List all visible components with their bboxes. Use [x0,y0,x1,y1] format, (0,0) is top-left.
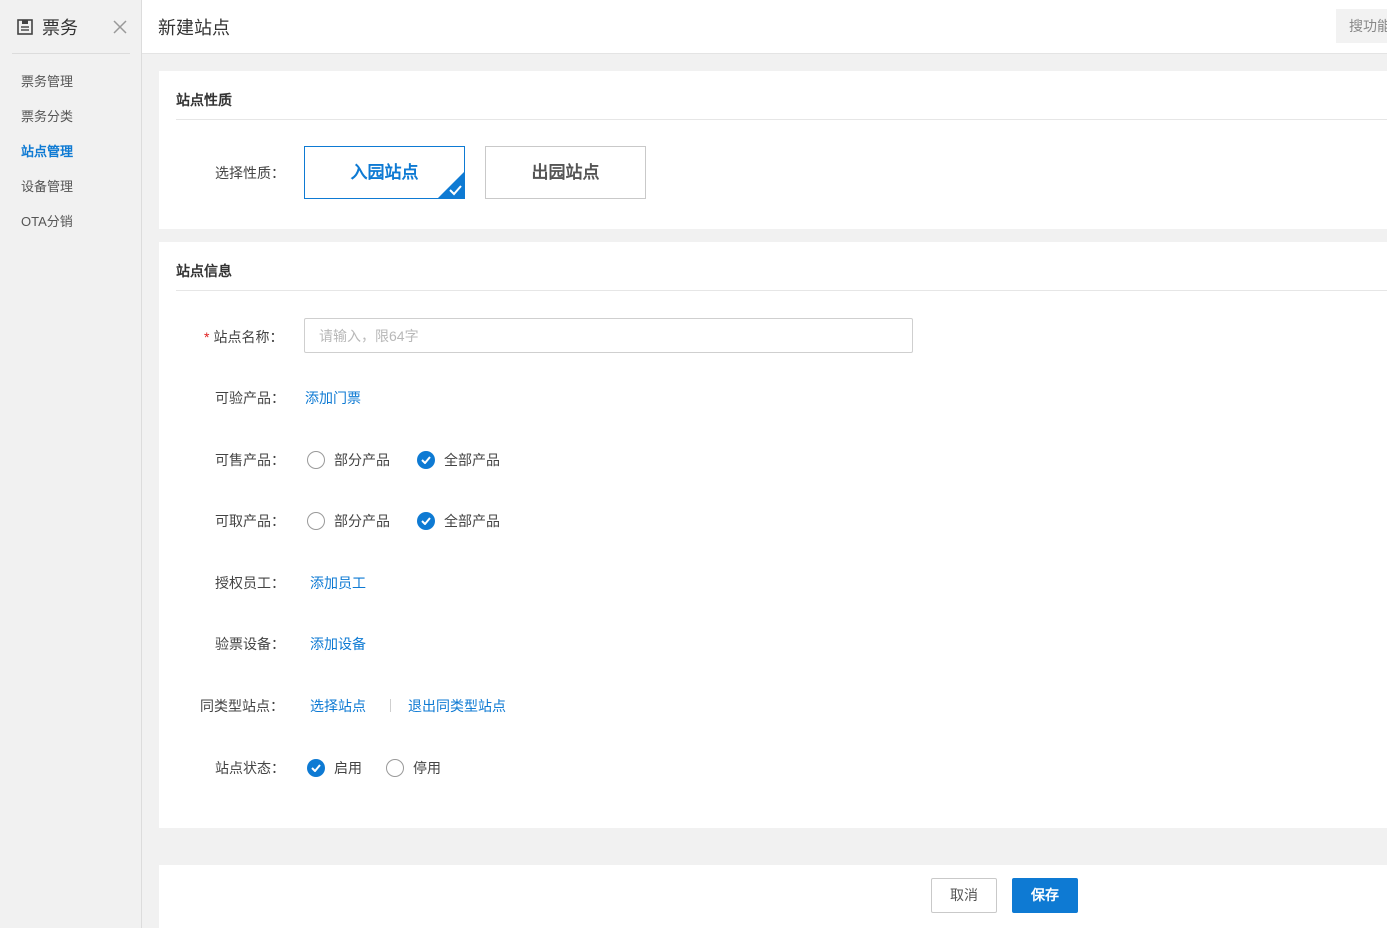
top-bar: 新建站点 搜功能 [142,0,1387,54]
sidebar-item-station-management[interactable]: 站点管理 [21,134,73,169]
station-info-card: 站点信息 *站点名称： 可验产品： 添加门票 可售产品： 部分产品 全部产品 可… [159,242,1387,828]
divider [176,290,1387,291]
status-enabled-radio[interactable]: 启用 [307,758,362,778]
search-input[interactable]: 搜功能 [1336,9,1387,43]
section-title-station-info: 站点信息 [176,263,232,279]
sidebar: 票务 票务管理 票务分类 站点管理 设备管理 OTA分销 [0,0,142,928]
check-icon [449,185,462,196]
type-label: 选择性质： [215,165,285,181]
sidebar-menu: 票务管理 票务分类 站点管理 设备管理 OTA分销 [21,64,73,239]
entry-station-label: 入园站点 [350,163,419,182]
page-title: 新建站点 [158,18,230,38]
status-label: 站点状态： [215,760,285,776]
pickup-products-label: 可取产品： [215,513,285,529]
verify-products-label: 可验产品： [215,390,285,406]
add-device-link[interactable]: 添加设备 [310,634,366,654]
radio-unchecked-icon [386,759,404,777]
footer-actions: 取消 保存 [159,865,1387,928]
same-type-label: 同类型站点： [200,698,284,714]
sidebar-header: 票务 [12,0,130,54]
radio-unchecked-icon [307,512,325,530]
cancel-button[interactable]: 取消 [931,878,997,913]
radio-label: 启用 [334,760,362,776]
sidebar-item-ota-distribution[interactable]: OTA分销 [21,204,73,239]
station-type-card: 站点性质 选择性质： 入园站点 出园站点 [159,71,1387,229]
radio-label: 部分产品 [334,452,390,468]
close-icon[interactable] [110,17,130,37]
radio-label: 停用 [413,760,441,776]
add-staff-link[interactable]: 添加员工 [310,573,366,593]
sell-products-label: 可售产品： [215,452,285,468]
status-disabled-radio[interactable]: 停用 [386,758,441,778]
radio-checked-icon [307,759,325,777]
pickup-all-radio[interactable]: 全部产品 [417,511,500,531]
radio-checked-icon [417,512,435,530]
section-title-station-type: 站点性质 [176,92,232,108]
save-button[interactable]: 保存 [1012,878,1078,913]
staff-label: 授权员工： [215,575,285,591]
station-name-input[interactable] [304,318,913,353]
ticket-app-icon [17,18,33,35]
station-name-label-text: 站点名称： [213,329,284,345]
select-station-link[interactable]: 选择站点 [310,696,366,716]
sidebar-title: 票务 [42,17,78,38]
sell-all-radio[interactable]: 全部产品 [417,450,500,470]
radio-label: 全部产品 [444,452,500,468]
add-ticket-link[interactable]: 添加门票 [305,388,361,408]
pickup-partial-radio[interactable]: 部分产品 [307,511,390,531]
sidebar-item-device-management[interactable]: 设备管理 [21,169,73,204]
entry-station-option[interactable]: 入园站点 [304,146,465,199]
divider [176,119,1387,120]
radio-label: 全部产品 [444,513,500,529]
radio-label: 部分产品 [334,513,390,529]
station-name-label: * 站点名称： [204,327,283,347]
device-label: 验票设备： [215,636,285,652]
radio-unchecked-icon [307,451,325,469]
sidebar-item-ticket-management[interactable]: 票务管理 [21,64,73,99]
exit-station-option[interactable]: 出园站点 [485,146,646,199]
sell-partial-radio[interactable]: 部分产品 [307,450,390,470]
required-asterisk: * [204,329,210,345]
sidebar-item-ticket-category[interactable]: 票务分类 [21,99,73,134]
radio-checked-icon [417,451,435,469]
exit-same-type-link[interactable]: 退出同类型站点 [408,696,506,716]
exit-station-label: 出园站点 [531,163,600,182]
link-separator [390,699,391,712]
